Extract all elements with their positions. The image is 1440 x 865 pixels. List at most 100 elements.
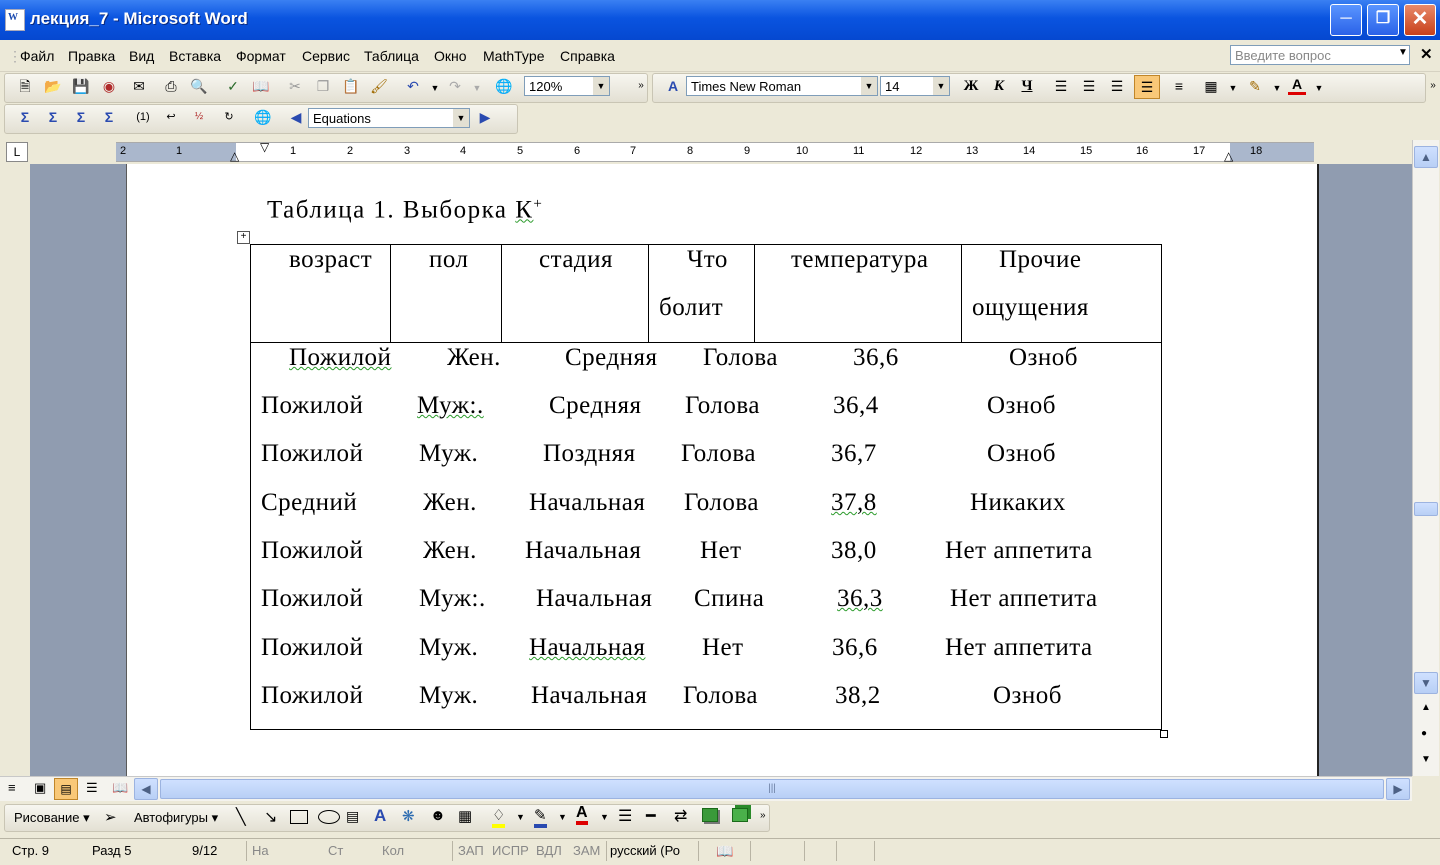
format-toolbar-options-icon[interactable]: »	[1424, 77, 1440, 95]
right-indent-marker[interactable]: △	[1224, 149, 1233, 163]
paste-icon[interactable]: 📋	[342, 77, 360, 95]
document-page[interactable]: Таблица 1. Выборка К+ + возраст пол стад…	[126, 164, 1319, 776]
close-document-icon[interactable]: ✕	[1420, 45, 1433, 63]
font-color-draw-icon[interactable]: A	[576, 805, 588, 825]
vertical-scrollbar[interactable]: ▲ ▼ ▲ ● ▼	[1412, 140, 1439, 776]
shadow-style-icon[interactable]	[702, 808, 718, 822]
menu-insert[interactable]: Вставка	[169, 48, 221, 64]
line-color-dropdown-icon[interactable]: ▼	[558, 812, 567, 822]
menu-window[interactable]: Окно	[434, 48, 467, 64]
draw-menu-button[interactable]: Рисование ▾	[14, 810, 90, 826]
close-button[interactable]: ✕	[1404, 4, 1436, 36]
bold-icon[interactable]: Ж	[962, 77, 980, 95]
line-icon[interactable]: ╲	[236, 807, 246, 827]
horizontal-ruler[interactable]: 2 1 1 2 3 4 5 6 7 8 9 10 11 12 13 14 15 …	[116, 140, 1314, 163]
styles-icon[interactable]: A	[664, 77, 682, 95]
line-color-icon[interactable]: ✎	[534, 806, 547, 828]
email-icon[interactable]: ✉	[130, 77, 148, 95]
outline-view-icon[interactable]: ☰	[86, 780, 98, 796]
spelling-icon[interactable]: ✓	[224, 77, 242, 95]
menu-edit[interactable]: Правка	[68, 48, 115, 64]
font-color-icon[interactable]: A	[1288, 77, 1306, 95]
ask-dropdown-icon[interactable]: ▼	[1398, 47, 1408, 58]
left-indent-marker[interactable]: △	[230, 149, 239, 163]
update-equation-numbers-icon[interactable]: ↻	[220, 108, 238, 126]
numbering-icon[interactable]: ≡	[1170, 77, 1188, 95]
insert-equation-number-icon[interactable]: (1)	[134, 108, 152, 126]
status-record[interactable]: ЗАП	[458, 843, 484, 858]
scroll-thumb[interactable]	[1414, 502, 1438, 516]
print-preview-icon[interactable]: 🔍	[190, 77, 208, 95]
menu-table[interactable]: Таблица	[364, 48, 419, 64]
insert-hyperlink-icon[interactable]: 🌐	[495, 77, 513, 95]
redo-icon[interactable]: ↷	[446, 77, 464, 95]
insert-right-numbered-icon[interactable]: Σ	[100, 108, 118, 126]
scroll-up-button[interactable]: ▲	[1414, 146, 1438, 168]
drawing-toolbar-options-icon[interactable]: »	[760, 810, 766, 821]
scroll-left-button[interactable]: ◀	[134, 778, 158, 800]
scroll-down-button[interactable]: ▼	[1414, 672, 1438, 694]
oval-icon[interactable]	[318, 810, 340, 824]
equation-style-dropdown-icon[interactable]: ▼	[453, 109, 469, 127]
insert-left-numbered-icon[interactable]: Σ	[72, 108, 90, 126]
line-style-icon[interactable]: ☰	[618, 806, 632, 826]
menu-format[interactable]: Формат	[236, 48, 286, 64]
prev-equation-icon[interactable]: ◀	[287, 108, 305, 126]
next-equation-icon[interactable]: ▶	[476, 108, 494, 126]
undo-dropdown-icon[interactable]: ▼	[426, 79, 444, 97]
print-layout-view-icon[interactable]: ▤	[54, 778, 78, 800]
table-resize-handle[interactable]	[1160, 730, 1168, 738]
permission-icon[interactable]: ◉	[100, 77, 118, 95]
status-extend[interactable]: ВДЛ	[536, 843, 562, 858]
menu-mathtype[interactable]: MathType	[483, 48, 544, 64]
table-move-handle[interactable]: +	[237, 231, 250, 244]
menu-view[interactable]: Вид	[129, 48, 154, 64]
zoom-combo[interactable]: 120% ▼	[524, 76, 610, 96]
arrow-icon[interactable]: ↘	[264, 807, 277, 827]
horizontal-scrollbar[interactable]: ≡ ▣ ▤ ☰ 📖 ◀ ||| ▶	[0, 776, 1412, 801]
borders-dropdown-icon[interactable]: ▼	[1224, 79, 1242, 97]
new-document-icon[interactable]: 🗎	[16, 77, 34, 95]
word-app-icon[interactable]: W	[5, 9, 25, 31]
font-color-draw-dropdown-icon[interactable]: ▼	[600, 812, 609, 822]
font-size-dropdown-icon[interactable]: ▼	[933, 77, 949, 95]
status-overtype[interactable]: ЗАМ	[573, 843, 600, 858]
open-folder-icon[interactable]: 📂	[44, 77, 62, 95]
restore-button[interactable]: ❐	[1367, 4, 1399, 36]
italic-icon[interactable]: К	[990, 77, 1008, 95]
select-browse-object-icon[interactable]: ●	[1421, 728, 1427, 739]
copy-icon[interactable]: ❐	[314, 77, 332, 95]
print-icon[interactable]: ⎙	[162, 77, 180, 95]
redo-dropdown-icon[interactable]: ▼	[468, 79, 486, 97]
menu-tools[interactable]: Сервис	[302, 48, 350, 64]
tab-stop-selector[interactable]: L	[6, 142, 28, 162]
first-line-indent-marker[interactable]: ▽	[260, 140, 269, 154]
justify-icon[interactable]: ☰	[1134, 75, 1160, 99]
fill-color-dropdown-icon[interactable]: ▼	[516, 812, 525, 822]
diagram-icon[interactable]: ❋	[402, 807, 415, 825]
save-icon[interactable]: 💾	[72, 77, 90, 95]
underline-icon[interactable]: Ч	[1018, 77, 1036, 95]
font-dropdown-icon[interactable]: ▼	[861, 77, 877, 95]
highlight-icon[interactable]: ✎	[1246, 77, 1264, 95]
export-to-web-icon[interactable]: 🌐	[254, 108, 272, 126]
dash-style-icon[interactable]: ━	[646, 806, 656, 826]
ask-question-input[interactable]: Введите вопрос	[1230, 45, 1410, 65]
align-left-icon[interactable]: ☰	[1052, 77, 1070, 95]
rectangle-icon[interactable]	[290, 810, 308, 824]
minimize-button[interactable]: ─	[1330, 4, 1362, 36]
research-icon[interactable]: 📖	[252, 77, 270, 95]
insert-chapter-break-icon[interactable]: ½	[190, 108, 208, 126]
menu-file[interactable]: Файл	[20, 48, 54, 64]
web-layout-view-icon[interactable]: ▣	[34, 780, 46, 796]
borders-icon[interactable]: ▦	[1202, 77, 1220, 95]
align-center-icon[interactable]: ☰	[1080, 77, 1098, 95]
insert-picture-icon[interactable]: ▦	[458, 807, 472, 825]
equation-style-combo[interactable]: Equations ▼	[308, 108, 470, 128]
text-box-icon[interactable]: ▤	[346, 808, 359, 825]
next-page-icon[interactable]: ▼	[1421, 754, 1431, 765]
undo-icon[interactable]: ↶	[404, 77, 422, 95]
font-combo[interactable]: Times New Roman ▼	[686, 76, 878, 96]
wordart-icon[interactable]: A	[374, 806, 386, 826]
align-right-icon[interactable]: ☰	[1108, 77, 1126, 95]
